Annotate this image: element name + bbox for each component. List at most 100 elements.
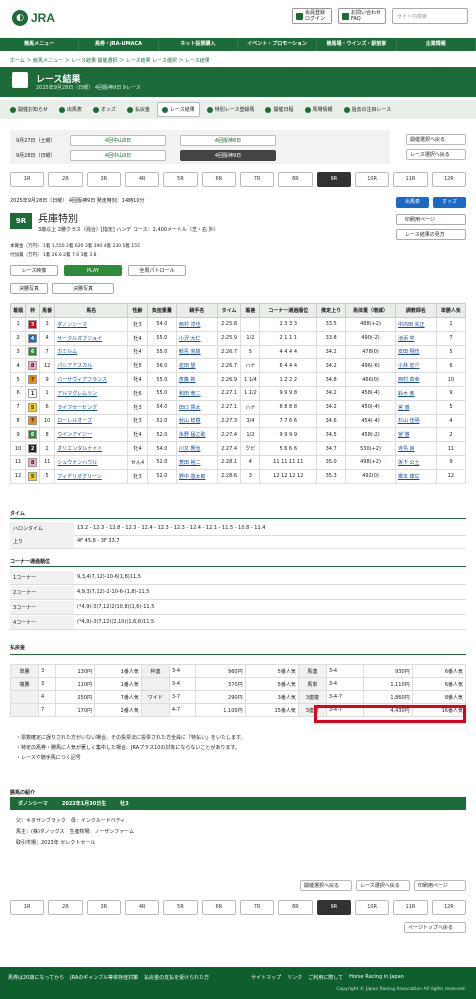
table-cell[interactable]: 小林 宏介 xyxy=(394,358,437,374)
table-cell[interactable]: 小沢 大仁 xyxy=(175,330,218,346)
gnav-item[interactable]: イベント・プロモーション xyxy=(238,38,318,51)
note-line[interactable]: ・レースや騎手馬につく記号 xyxy=(16,753,246,763)
table-cell[interactable]: パシアアスカル xyxy=(54,358,129,374)
race-tab[interactable]: 4R xyxy=(124,172,160,187)
table-cell[interactable]: 鮫島 克駿 xyxy=(175,344,218,360)
table-cell[interactable]: 杉山 佳明 xyxy=(394,413,437,429)
meet-button[interactable]: 4回中山9日 xyxy=(70,150,166,161)
race-tab[interactable]: 12R xyxy=(431,900,466,915)
back-to-meet-button[interactable]: 開催選択へ戻る xyxy=(406,134,466,145)
race-tab[interactable]: 1R xyxy=(10,172,45,187)
table-cell[interactable]: 安田 翔伍 xyxy=(394,344,437,360)
race-tab[interactable]: 3R xyxy=(86,900,121,915)
search-input[interactable]: サイト内検索 xyxy=(392,8,468,24)
play-button[interactable]: PLAY xyxy=(64,265,122,276)
race-tab[interactable]: 10R xyxy=(354,172,390,187)
how-to-read-button[interactable]: レース結果の見方 xyxy=(396,229,466,240)
table-cell[interactable]: 鈴木 孝 xyxy=(394,385,437,401)
print-page-button[interactable]: 印刷用ページ xyxy=(396,214,466,225)
gnav-item[interactable]: 馬券・JRA-UMACA xyxy=(79,38,159,51)
subnav-item[interactable]: オッズ xyxy=(89,103,120,116)
meet-button-selected[interactable]: 4回阪神9日 xyxy=(180,150,276,161)
finish-photo-tab[interactable]: 決勝写真 xyxy=(10,283,49,294)
race-tab[interactable]: 9R xyxy=(316,900,351,915)
subnav-item[interactable]: 開催お知らせ xyxy=(6,103,52,116)
gnav-item[interactable]: 企業情報 xyxy=(397,38,476,51)
table-cell[interactable]: ウインアイジー xyxy=(54,427,129,443)
page-top-button[interactable]: ページトップへ戻る xyxy=(404,922,466,933)
race-tab[interactable]: 7R xyxy=(239,172,275,187)
race-tab[interactable]: 11R xyxy=(393,900,428,915)
subnav-item[interactable]: 馬場情報 xyxy=(301,103,337,116)
race-tab[interactable]: 11R xyxy=(393,172,428,187)
print-page-button[interactable]: 印刷用ページ xyxy=(414,880,466,891)
footer-link[interactable]: 払戻金の支払を受けられた方 xyxy=(144,974,209,981)
table-cell[interactable]: シュウナンハウル xyxy=(54,454,129,470)
table-cell[interactable]: 池添 学 xyxy=(394,330,437,346)
table-cell[interactable]: バーサヴィアフランス xyxy=(54,372,129,387)
login-button[interactable]: 会員登録 ログイン xyxy=(292,8,332,24)
table-cell[interactable]: 和田 竜二 xyxy=(175,385,218,401)
race-tab[interactable]: 8R xyxy=(278,172,313,187)
subnav-item[interactable]: 開催日程 xyxy=(261,103,297,116)
table-cell[interactable]: ローレルオーブ xyxy=(54,413,129,429)
gnav-item[interactable]: 競馬メニュー xyxy=(0,38,80,51)
footer-link[interactable]: リンク xyxy=(287,974,302,981)
entries-button[interactable]: 出馬表 xyxy=(396,197,429,208)
table-cell[interactable]: 川又 賢治 xyxy=(175,441,218,456)
meet-button[interactable]: 4回阪神8日 xyxy=(180,135,276,146)
race-tab[interactable]: 2R xyxy=(48,900,83,915)
footer-link[interactable]: JRAのギャンブル等依存症対策 xyxy=(70,974,138,981)
gnav-item[interactable]: ネット投票購入 xyxy=(159,38,238,51)
table-cell[interactable]: 橋本 康広 xyxy=(394,468,437,484)
table-cell[interactable]: アルマグレムリン xyxy=(54,385,129,401)
meet-button[interactable]: 4回中山8日 xyxy=(70,135,166,146)
table-cell[interactable]: ダノンシーマ xyxy=(54,317,129,332)
subnav-item[interactable]: 払戻金 xyxy=(123,103,154,116)
subnav-item[interactable]: 出馬表 xyxy=(55,103,86,116)
race-tab[interactable]: 5R xyxy=(163,172,198,187)
table-cell[interactable]: ライフセービング xyxy=(54,399,129,415)
table-cell[interactable]: 坂下 公士 xyxy=(394,454,437,470)
table-cell[interactable]: フィデリオグリーン xyxy=(54,468,129,484)
race-tab[interactable]: 5R xyxy=(163,900,198,915)
table-cell[interactable]: 中内田 充正 xyxy=(394,317,437,332)
gnav-item[interactable]: 競馬場・ウインズ・駅前家 xyxy=(317,38,397,51)
jra-logo[interactable]: ◐ JRA xyxy=(12,10,55,26)
race-tab[interactable]: 2R xyxy=(48,172,83,187)
finish-photo-button[interactable]: 決勝写真 xyxy=(52,283,115,294)
footer-link[interactable]: ご利用に際して xyxy=(308,974,343,981)
subnav-item[interactable]: レース結果 xyxy=(156,102,200,117)
table-cell[interactable]: 永野 猛之助 xyxy=(175,427,218,443)
table-cell[interactable]: 西村 真幸 xyxy=(394,372,437,387)
footer-link[interactable]: Horse Racing in Japan xyxy=(349,974,404,981)
table-cell[interactable]: 西村 淳也 xyxy=(175,317,218,332)
footer-link[interactable]: サイトマップ xyxy=(251,974,281,981)
footer-link[interactable]: 馬券は20歳になってから xyxy=(8,974,64,981)
table-cell[interactable]: カミルム xyxy=(54,344,129,360)
race-tab[interactable]: 7R xyxy=(239,900,275,915)
table-cell[interactable]: 田口 貫太 xyxy=(175,399,218,415)
race-tab[interactable]: 3R xyxy=(86,172,121,187)
table-cell[interactable]: オリエンタルナイト xyxy=(54,441,129,456)
race-tab[interactable]: 9R xyxy=(316,172,351,187)
patrol-button[interactable]: 全周パトロール xyxy=(128,265,186,276)
race-tab[interactable]: 10R xyxy=(354,900,390,915)
table-cell[interactable]: 岩田 望 xyxy=(175,358,218,374)
table-cell[interactable]: 菱田 裕二 xyxy=(175,454,218,470)
table-cell[interactable]: 野中 悠太郎 xyxy=(175,468,218,484)
back-to-race-button[interactable]: レース選択へ戻る xyxy=(356,880,410,891)
table-cell[interactable]: 秋山 稔樹 xyxy=(175,413,218,429)
table-cell[interactable]: 宮 徹 xyxy=(394,427,437,443)
subnav-item[interactable]: 過去の注目レース xyxy=(340,103,396,116)
race-tab[interactable]: 1R xyxy=(10,900,45,915)
subnav-item[interactable]: 特別レース登録馬 xyxy=(203,103,259,116)
back-to-race-button[interactable]: レース選択へ戻る xyxy=(406,149,466,160)
table-cell[interactable]: 宮 徹 xyxy=(394,399,437,415)
table-cell[interactable]: 斎藤 新 xyxy=(175,372,218,387)
back-to-meet-button[interactable]: 開催選択へ戻る xyxy=(300,880,352,891)
table-cell[interactable]: 寺島 良 xyxy=(394,441,437,456)
race-tab[interactable]: 6R xyxy=(201,900,236,915)
race-tab[interactable]: 6R xyxy=(201,172,236,187)
faq-button[interactable]: お問い合わせ FAQ xyxy=(338,8,386,24)
